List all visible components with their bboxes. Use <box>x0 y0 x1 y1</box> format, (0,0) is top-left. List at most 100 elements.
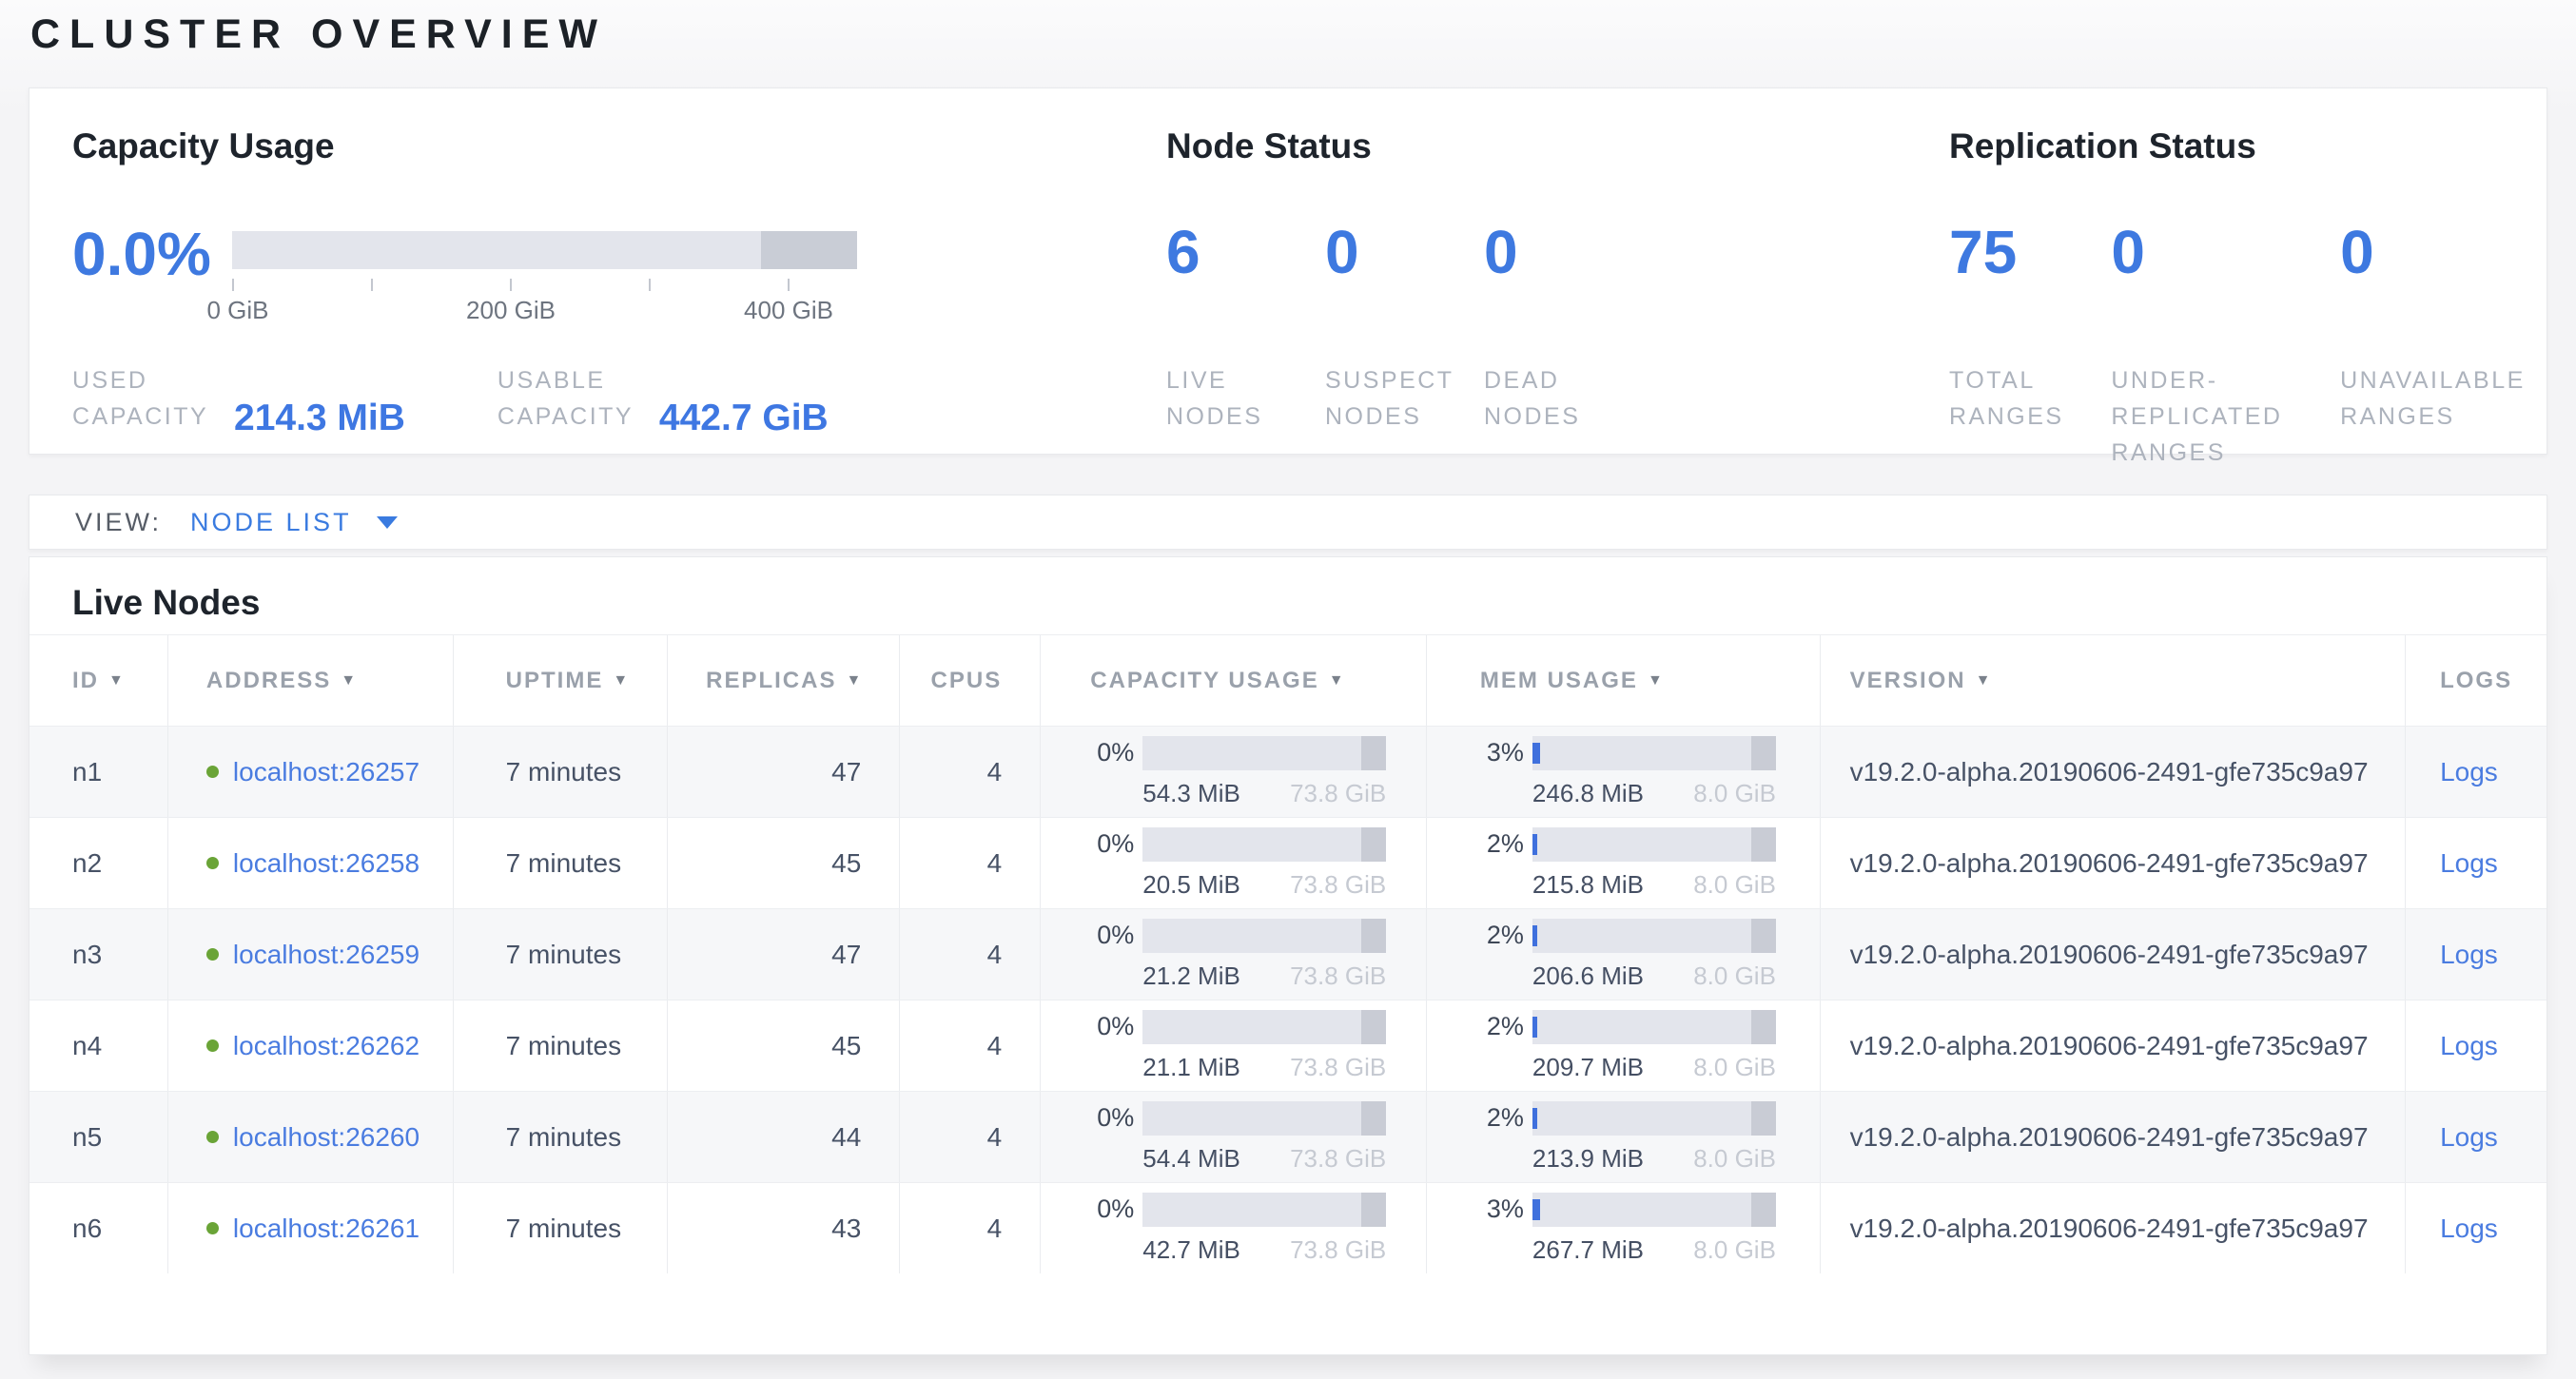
node-address-link[interactable]: localhost:26260 <box>233 1122 420 1153</box>
mem-used-value: 206.6 MiB <box>1532 961 1644 991</box>
capacity-usage-meter: 0% 54.3 MiB 73.8 GiB <box>1090 736 1386 808</box>
sort-arrow-icon[interactable]: ▼ <box>108 672 124 690</box>
capacity-usage-meter: 0% 42.7 MiB 73.8 GiB <box>1090 1193 1386 1265</box>
mem-total-value: 8.0 GiB <box>1693 870 1776 900</box>
cell-replicas: 47 <box>667 909 900 1000</box>
header-logs: LOGS <box>2405 635 2547 726</box>
view-dropdown[interactable]: NODE LIST <box>190 508 398 537</box>
replication-status-title: Replication Status <box>1949 126 2520 166</box>
mem-usage-meter: 3% 246.8 MiB 8.0 GiB <box>1480 736 1776 808</box>
capacity-usage-meter: 0% 21.2 MiB 73.8 GiB <box>1090 919 1386 991</box>
live-nodes-title: Live Nodes <box>72 583 2547 623</box>
sort-arrow-icon[interactable]: ▼ <box>1976 672 1991 690</box>
node-live-icon <box>206 948 219 961</box>
mem-usage-bar <box>1532 919 1776 953</box>
capacity-gauge-reserved-segment <box>761 231 857 269</box>
dead-nodes-count: 0 <box>1484 222 1643 282</box>
table-row: n4 localhost:26262 7 minutes 45 4 0% <box>29 1000 2547 1091</box>
under-replicated-ranges-stat: 0 UNDER-REPLICATED RANGES <box>2111 222 2340 471</box>
suspect-nodes-label: SUSPECT NODES <box>1325 362 1451 435</box>
node-address-link[interactable]: localhost:26262 <box>233 1031 420 1061</box>
cell-replicas: 45 <box>667 1000 900 1091</box>
node-address-link[interactable]: localhost:26257 <box>233 757 420 787</box>
logs-link[interactable]: Logs <box>2440 757 2498 787</box>
capacity-bar-reserved <box>1361 919 1386 953</box>
capacity-usage-bar <box>1142 827 1386 862</box>
mem-total-value: 8.0 GiB <box>1693 961 1776 991</box>
cell-cpus: 4 <box>899 727 1040 817</box>
cell-capacity-usage: 0% 54.3 MiB 73.8 GiB <box>1040 727 1426 817</box>
logs-link[interactable]: Logs <box>2440 1214 2498 1244</box>
cell-node-id: n4 <box>29 1000 167 1091</box>
dead-nodes-stat: 0 DEAD NODES <box>1484 222 1643 435</box>
sort-arrow-icon[interactable]: ▼ <box>846 672 861 690</box>
mem-used-value: 267.7 MiB <box>1532 1235 1644 1265</box>
logs-link[interactable]: Logs <box>2440 1031 2498 1061</box>
capacity-total-value: 73.8 GiB <box>1290 779 1386 808</box>
header-mem-usage[interactable]: MEM USAGE ▼ <box>1426 635 1820 726</box>
cell-logs: Logs <box>2405 1092 2547 1182</box>
node-address-link[interactable]: localhost:26261 <box>233 1214 420 1244</box>
sort-arrow-icon[interactable]: ▼ <box>1648 672 1663 690</box>
node-address-link[interactable]: localhost:26259 <box>233 940 420 970</box>
cell-node-id: n5 <box>29 1092 167 1182</box>
logs-link[interactable]: Logs <box>2440 848 2498 879</box>
sort-arrow-icon[interactable]: ▼ <box>613 672 628 690</box>
header-version[interactable]: VERSION ▼ <box>1820 635 2405 726</box>
mem-bar-reserved <box>1751 827 1776 862</box>
cell-mem-usage: 2% 213.9 MiB 8.0 GiB <box>1426 1092 1820 1182</box>
cell-mem-usage: 2% 209.7 MiB 8.0 GiB <box>1426 1000 1820 1091</box>
cell-capacity-usage: 0% 54.4 MiB 73.8 GiB <box>1040 1092 1426 1182</box>
header-cpus: CPUS <box>899 635 1040 726</box>
header-capacity-usage[interactable]: CAPACITY USAGE ▼ <box>1040 635 1426 726</box>
under-replicated-label: UNDER-REPLICATED RANGES <box>2111 362 2309 471</box>
gauge-tick-label: 0 GiB <box>206 296 268 325</box>
page-title: CLUSTER OVERVIEW <box>30 11 607 58</box>
live-nodes-count: 6 <box>1166 222 1325 282</box>
sort-arrow-icon[interactable]: ▼ <box>341 672 356 690</box>
sort-arrow-icon[interactable]: ▼ <box>1329 672 1344 690</box>
capacity-bar-reserved <box>1361 827 1386 862</box>
logs-link[interactable]: Logs <box>2440 940 2498 970</box>
mem-percent: 2% <box>1480 921 1524 950</box>
cell-address: localhost:26260 <box>167 1092 453 1182</box>
capacity-gauge: 0.0% 0 GiB 200 GiB 400 GiB <box>72 225 857 340</box>
cell-version: v19.2.0-alpha.20190606-2491-gfe735c9a97 <box>1820 1000 2405 1091</box>
cell-replicas: 45 <box>667 818 900 908</box>
table-header-row: ID ▼ ADDRESS ▼ UPTIME ▼ REPLICAS ▼ CPUS <box>29 634 2547 726</box>
gauge-tick <box>371 279 373 291</box>
mem-usage-meter: 2% 213.9 MiB 8.0 GiB <box>1480 1101 1776 1174</box>
used-capacity-stat: USED CAPACITY 214.3 MiB <box>72 362 405 435</box>
cell-cpus: 4 <box>899 1183 1040 1273</box>
node-live-icon <box>206 1222 219 1234</box>
gauge-tick <box>510 279 512 291</box>
chevron-down-icon[interactable] <box>377 516 398 529</box>
capacity-percent: 0% <box>1090 738 1134 767</box>
gauge-tick-label: 200 GiB <box>466 296 556 325</box>
node-address-link[interactable]: localhost:26258 <box>233 848 420 879</box>
mem-usage-bar <box>1532 736 1776 770</box>
mem-usage-meter: 2% 209.7 MiB 8.0 GiB <box>1480 1010 1776 1082</box>
mem-bar-reserved <box>1751 1101 1776 1136</box>
node-live-icon <box>206 857 219 869</box>
gauge-tick <box>232 279 234 291</box>
mem-total-value: 8.0 GiB <box>1693 1144 1776 1174</box>
usable-capacity-label: USABLE CAPACITY <box>498 362 623 435</box>
capacity-used-value: 21.1 MiB <box>1142 1053 1240 1082</box>
logs-link[interactable]: Logs <box>2440 1122 2498 1153</box>
gauge-tick <box>788 279 790 291</box>
usable-capacity-stat: USABLE CAPACITY 442.7 GiB <box>498 362 829 435</box>
header-uptime[interactable]: UPTIME ▼ <box>453 635 667 726</box>
live-nodes-label: LIVE NODES <box>1166 362 1292 435</box>
view-selected-value[interactable]: NODE LIST <box>190 508 352 537</box>
header-address[interactable]: ADDRESS ▼ <box>167 635 453 726</box>
mem-total-value: 8.0 GiB <box>1693 1053 1776 1082</box>
header-replicas[interactable]: REPLICAS ▼ <box>667 635 900 726</box>
mem-bar-fill <box>1532 925 1537 946</box>
mem-usage-meter: 2% 215.8 MiB 8.0 GiB <box>1480 827 1776 900</box>
capacity-usage-title: Capacity Usage <box>72 126 1128 166</box>
capacity-bar-reserved <box>1361 1101 1386 1136</box>
live-nodes-table-body: n1 localhost:26257 7 minutes 47 4 0% <box>29 726 2547 1273</box>
mem-total-value: 8.0 GiB <box>1693 779 1776 808</box>
header-id[interactable]: ID ▼ <box>29 635 167 726</box>
